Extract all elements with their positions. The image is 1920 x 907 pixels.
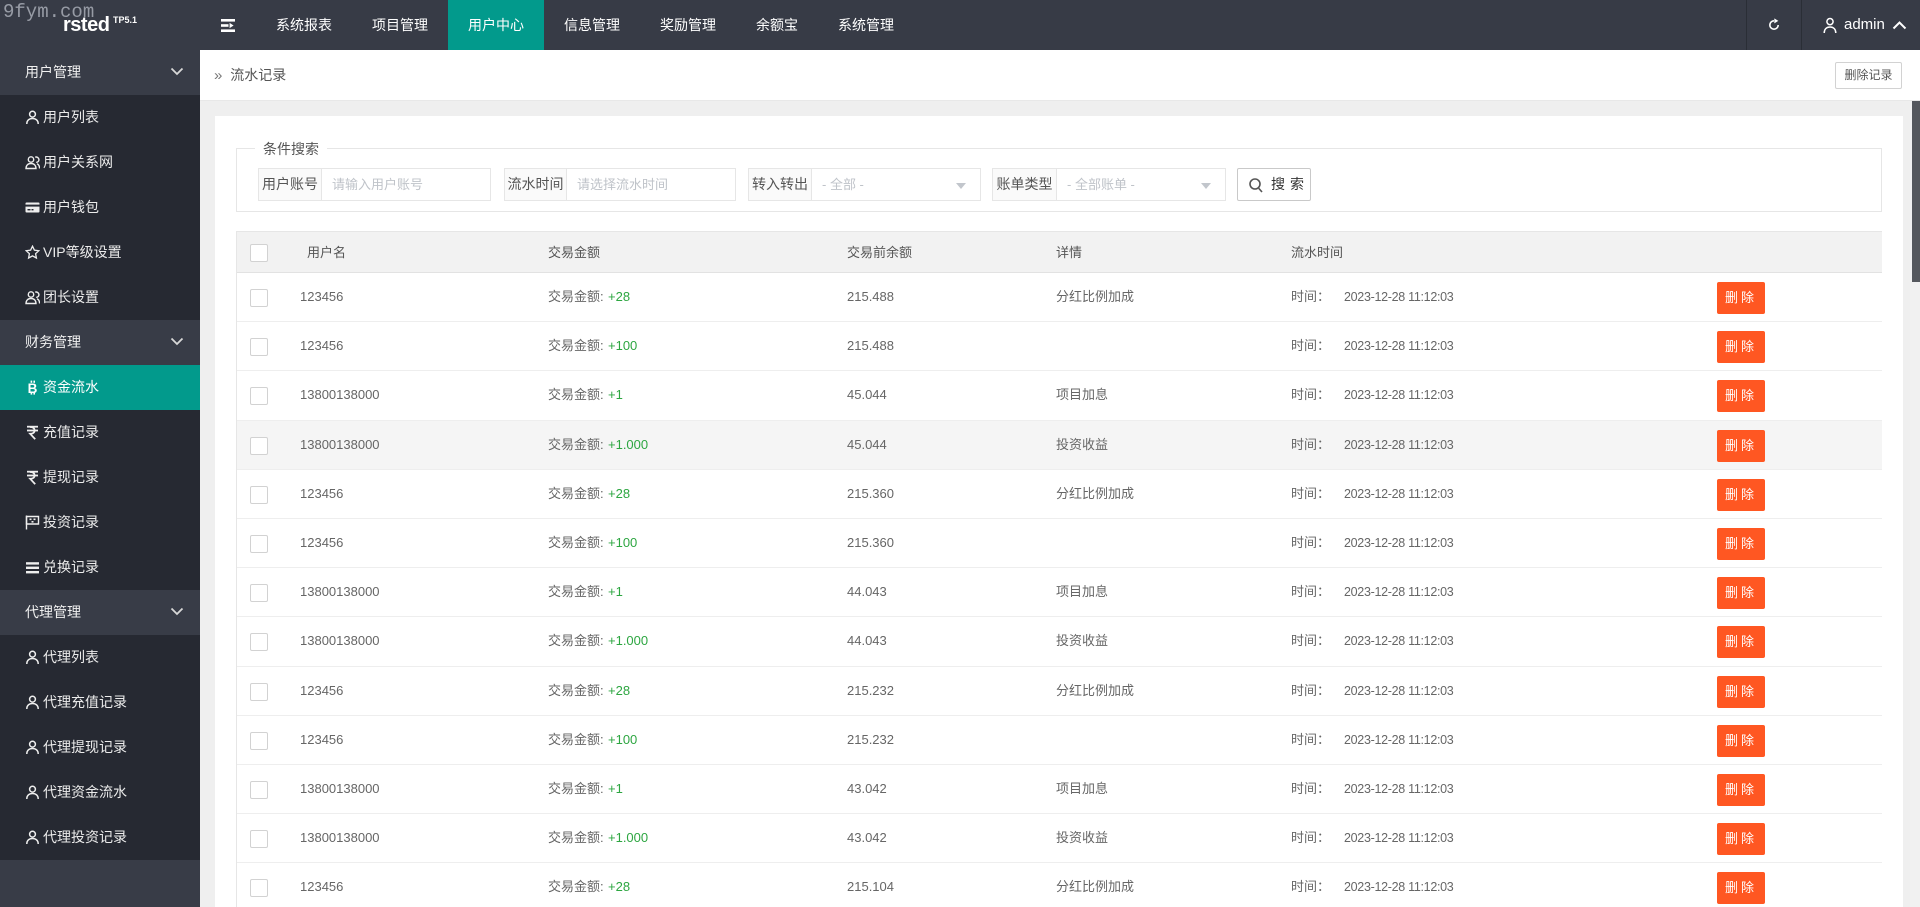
svg-text:B: B xyxy=(28,381,38,395)
